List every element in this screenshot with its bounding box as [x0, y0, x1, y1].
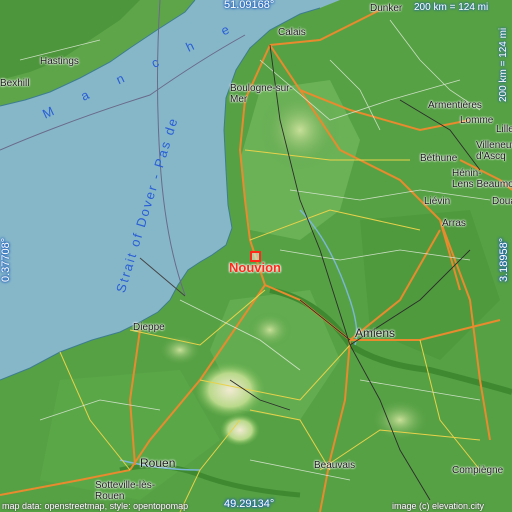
city-sotteville: Sotteville-lès- Rouen	[95, 480, 156, 502]
city-calais: Calais	[278, 27, 306, 38]
lat-bottom-label: 49.29134°	[224, 498, 275, 510]
city-bexhill: Bexhill	[0, 78, 30, 89]
city-arras: Arras	[442, 218, 466, 229]
city-beauvais: Beauvais	[314, 460, 356, 471]
city-rouen: Rouen	[140, 456, 176, 470]
city-boulogne: Boulogne-sur- Mer	[230, 83, 293, 105]
scale-bar-right: 200 km = 124 mi	[498, 27, 509, 102]
map-credit: map data: openstreetmap, style: opentopo…	[2, 501, 189, 511]
place-name-label: Nouvion	[229, 260, 281, 275]
lon-right-label: 3.18958°	[498, 237, 510, 282]
image-credit: image (c) elevation.city	[392, 501, 485, 511]
city-douai: Doua	[492, 196, 512, 207]
city-amiens: Amiens	[355, 326, 396, 340]
city-armentieres: Armentières	[428, 100, 482, 111]
city-lievin: Liévin	[424, 196, 451, 207]
city-villeneuve: Villeneuv d'Ascq	[476, 140, 512, 162]
city-compiegne: Compiègne	[452, 465, 504, 476]
lat-top-label: 51.09168°	[224, 0, 275, 11]
map-canvas[interactable]: Strait of Dover - Pas de M a n c h e Cal…	[0, 0, 512, 512]
city-dunkerque: Dunker	[370, 3, 403, 14]
city-dieppe: Dieppe	[133, 322, 165, 333]
city-bethune: Béthune	[420, 153, 458, 164]
city-henin: Hénin- Lens Beaumon	[452, 168, 512, 190]
lon-left-label: 0.37708°	[0, 237, 12, 282]
city-lomme: Lomme	[460, 115, 494, 126]
city-hastings: Hastings	[40, 56, 79, 67]
city-lille: Lille	[496, 124, 512, 135]
scale-bar-top: 200 km = 124 mi	[414, 2, 489, 13]
